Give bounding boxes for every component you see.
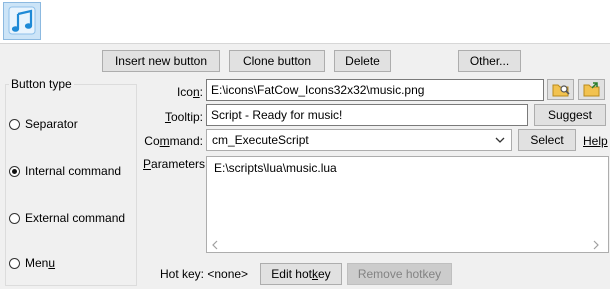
open-folder-button[interactable]	[578, 79, 605, 100]
command-select[interactable]: cm_ExecuteScript	[206, 129, 512, 151]
radio-indicator	[9, 118, 20, 130]
other-button[interactable]: Other...	[458, 50, 521, 72]
parameters-text: E:\scripts\lua\music.lua	[214, 161, 337, 175]
radio-label-menu: Menu	[25, 256, 56, 270]
radio-label-separator: Separator	[25, 117, 78, 131]
clone-button[interactable]: Clone button	[229, 50, 325, 72]
radio-label-external-command: External command	[25, 211, 126, 225]
radio-indicator	[9, 212, 20, 224]
edit-hotkey-button[interactable]: Edit hotkey	[260, 263, 342, 285]
toolbar-button-music[interactable]	[3, 2, 41, 40]
command-label: Command:	[144, 134, 203, 148]
command-select-value: cm_ExecuteScript	[212, 133, 309, 147]
remove-hotkey-button[interactable]: Remove hotkey	[347, 263, 452, 285]
delete-button[interactable]: Delete	[334, 50, 391, 72]
insert-new-button[interactable]: Insert new button	[102, 50, 220, 72]
radio-indicator-checked	[9, 165, 20, 177]
music-notes-icon	[8, 6, 36, 35]
toolbar-strip	[0, 0, 610, 44]
help-link[interactable]: Help	[583, 131, 608, 151]
icon-path-field[interactable]: E:\icons\FatCow_Icons32x32\music.png	[206, 79, 544, 101]
radio-menu[interactable]: Menu	[9, 256, 55, 270]
suggest-button[interactable]: Suggest	[534, 104, 606, 126]
parameters-textarea[interactable]: E:\scripts\lua\music.lua	[206, 156, 609, 253]
folder-open-icon	[583, 82, 600, 97]
parameters-label: Parameters:	[143, 157, 209, 171]
radio-separator[interactable]: Separator	[9, 117, 78, 131]
button-type-title: Button type	[9, 77, 74, 91]
radio-indicator	[9, 257, 20, 269]
browse-icon-button[interactable]	[547, 79, 574, 100]
scroll-left-icon[interactable]	[211, 239, 219, 250]
select-button[interactable]: Select	[518, 129, 576, 151]
tooltip-label: Tooltip:	[164, 110, 203, 124]
chevron-down-icon	[495, 130, 505, 150]
tooltip-field[interactable]: Script - Ready for music!	[206, 104, 528, 126]
scroll-right-icon[interactable]	[592, 239, 600, 250]
icon-label: Icon:	[176, 85, 203, 99]
radio-internal-command[interactable]: Internal command	[9, 164, 121, 178]
radio-label-internal-command: Internal command	[25, 164, 122, 178]
folder-search-icon	[552, 84, 570, 97]
hotkey-label: Hot key: <none>	[160, 267, 249, 281]
radio-external-command[interactable]: External command	[9, 211, 125, 225]
